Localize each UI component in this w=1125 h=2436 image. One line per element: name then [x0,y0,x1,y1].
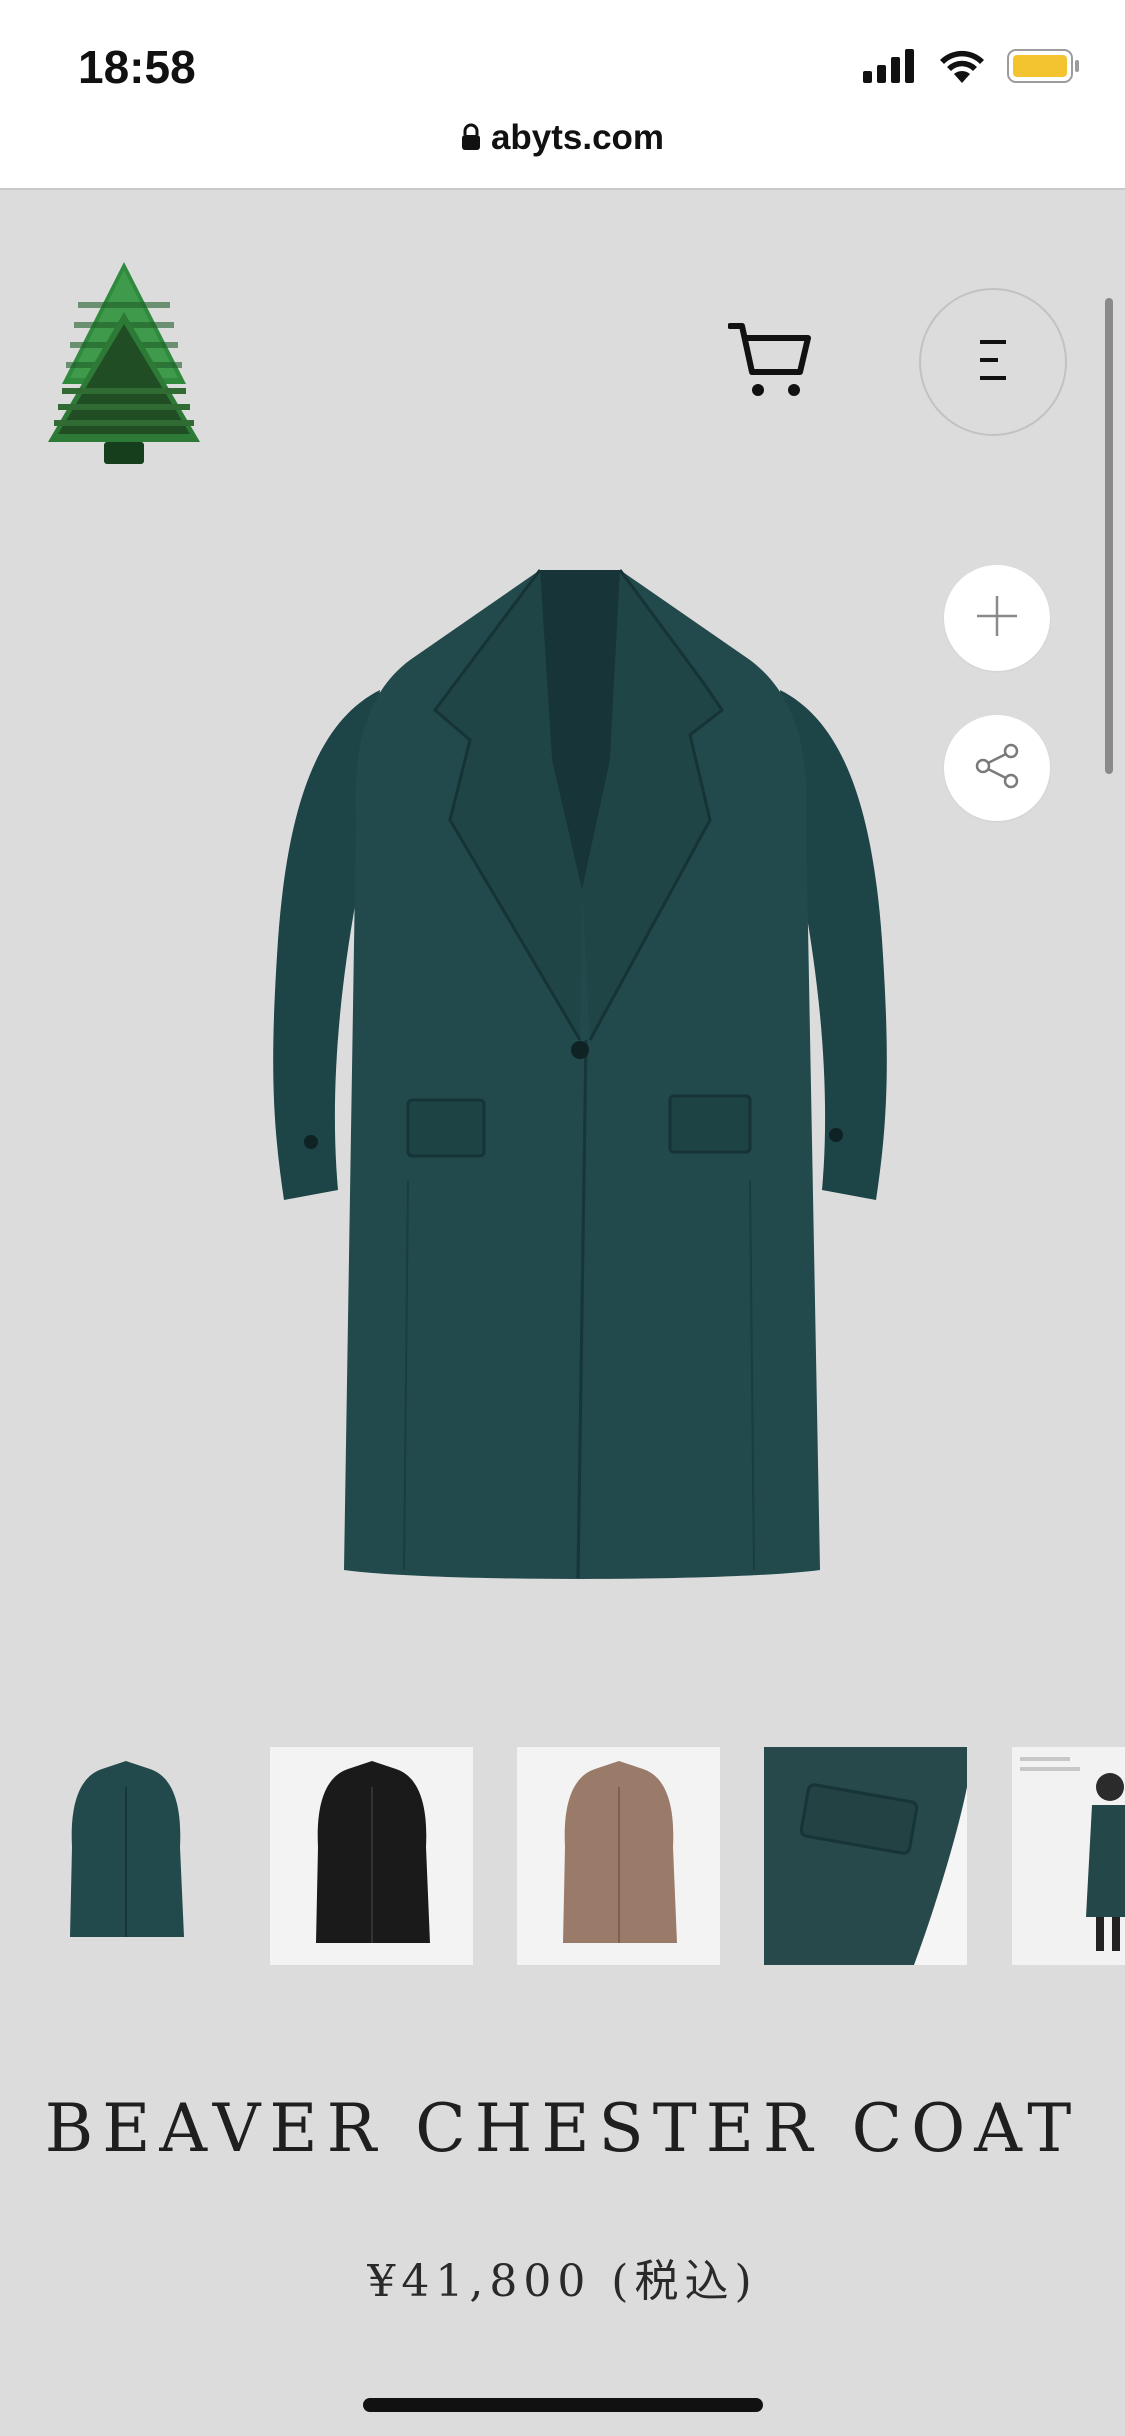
page-scrollbar[interactable] [1105,298,1113,774]
status-icons [863,48,1081,89]
menu-button[interactable] [919,288,1067,436]
status-bar: 18:58 abyts.com [0,0,1125,190]
product-title: BEAVER CHESTER COAT [44,2090,1081,2167]
url-text: abyts.com [490,118,665,157]
lock-icon [461,120,481,160]
product-price: ¥41,800 (税込) [367,2256,758,2307]
wifi-icon [939,49,985,88]
black-coat-thumb[interactable] [270,1747,473,1965]
green-coat-thumb[interactable] [24,1747,227,1965]
tree-logo-icon[interactable] [48,262,200,464]
pocket-detail-thumb[interactable] [764,1747,967,1965]
menu-icon [978,338,1008,387]
share-button[interactable] [944,715,1050,821]
add-button[interactable] [944,565,1050,671]
plus-icon [975,594,1019,643]
home-indicator[interactable] [363,2398,763,2412]
cellular-signal-icon [863,49,917,88]
beige-coat-thumb[interactable] [517,1747,720,1965]
share-icon [973,743,1021,794]
battery-icon [1007,48,1081,89]
status-time: 18:58 [78,41,196,93]
cart-icon[interactable] [727,320,812,400]
product-main-image[interactable] [260,560,900,1600]
url-bar[interactable]: abyts.com [0,118,1125,160]
model-thumb[interactable] [1012,1747,1125,1965]
thumbnail-strip[interactable] [0,1747,1125,1965]
